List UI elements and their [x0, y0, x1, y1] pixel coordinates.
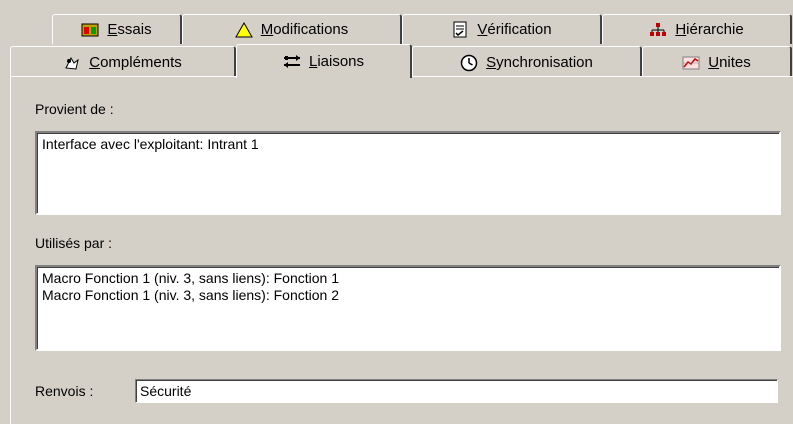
tab-essais[interactable]: Essais: [52, 14, 182, 44]
list-item[interactable]: Interface avec l'exploitant: Intrant 1: [42, 136, 774, 153]
tab-modifications-label: Modifications: [260, 21, 349, 38]
test-icon: [81, 21, 99, 39]
checklist-icon: [451, 21, 469, 39]
clock-icon: [460, 54, 478, 72]
units-icon: [682, 54, 700, 72]
provient-list[interactable]: Interface avec l'exploitant: Intrant 1: [35, 131, 781, 215]
tab-row-bottom: Compléments Liaisons Synchronisation Uni…: [0, 44, 793, 78]
warning-icon: [234, 21, 253, 39]
tab-row-top: Essais Modifications Vérification Hiérar…: [0, 14, 793, 44]
tab-unites-label: Unites: [708, 54, 751, 71]
tab-synchronisation[interactable]: Synchronisation: [412, 46, 642, 78]
tab-panel-liaisons: Provient de : Interface avec l'exploitan…: [10, 76, 793, 424]
links-icon: [283, 53, 301, 71]
utilises-list[interactable]: Macro Fonction 1 (niv. 3, sans liens): F…: [35, 265, 781, 351]
tab-liaisons[interactable]: Liaisons: [236, 44, 412, 78]
tab-verification-label: Vérification: [477, 21, 552, 38]
renvois-label: Renvois :: [35, 383, 94, 399]
list-item[interactable]: Macro Fonction 1 (niv. 3, sans liens): F…: [42, 287, 774, 304]
renvois-field[interactable]: [135, 379, 778, 403]
hierarchy-icon: [649, 21, 667, 39]
tab-complements[interactable]: Compléments: [10, 46, 236, 78]
tab-unites[interactable]: Unites: [642, 46, 792, 78]
tab-synchronisation-label: Synchronisation: [486, 54, 593, 71]
tab-modifications[interactable]: Modifications: [182, 14, 402, 44]
tab-complements-label: Compléments: [89, 54, 182, 71]
utilises-label: Utilisés par :: [35, 235, 113, 251]
tab-hierarchie-label: Hiérarchie: [675, 21, 744, 38]
list-item[interactable]: Macro Fonction 1 (niv. 3, sans liens): F…: [42, 270, 774, 287]
tab-liaisons-label: Liaisons: [308, 53, 365, 70]
tab-verification[interactable]: Vérification: [402, 14, 602, 44]
tab-hierarchie[interactable]: Hiérarchie: [602, 14, 792, 44]
provient-label: Provient de :: [35, 101, 114, 117]
complements-icon: [63, 54, 81, 72]
tab-essais-label: Essais: [107, 21, 152, 38]
